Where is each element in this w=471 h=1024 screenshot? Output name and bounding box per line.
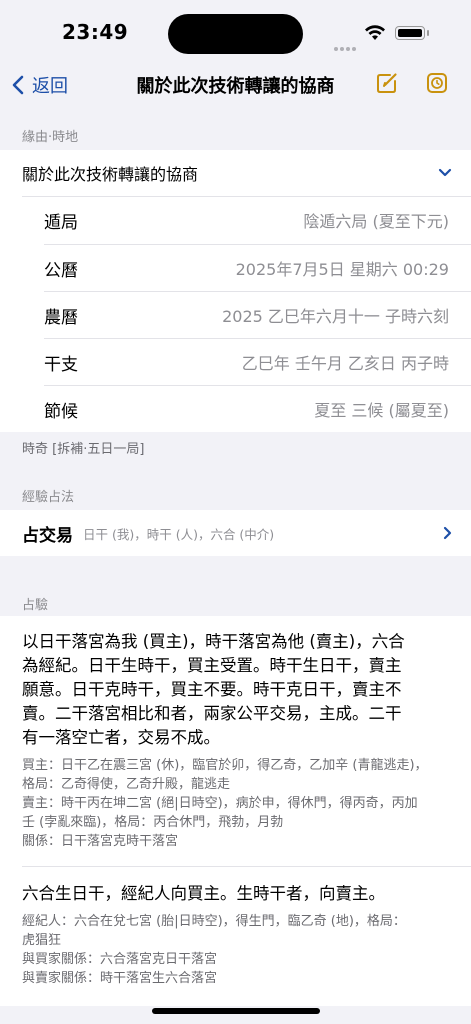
dynamic-island [168,14,303,54]
detail-text-line: 與賣家關係：時干落宮生六合落宮 [22,971,218,986]
detail-value: 2025 乙巳年六月十一 子時六刻 [222,307,449,326]
history-clock-icon[interactable] [426,72,448,98]
section-header-origin: 緣由·時地 [22,130,79,145]
detail-label: 農曆 [44,307,78,328]
status-time: 23:49 [62,20,129,44]
detail-value: 陰遁六局 (夏至下元) [303,212,449,231]
detail-label: 節候 [44,401,78,422]
detail-text-line: 與買家關係：六合落宮克日干落宮 [22,952,218,967]
signal-dots-icon [334,36,358,55]
detail-row-nongli: 農曆 2025 乙巳年六月十一 子時六刻 [44,292,471,338]
divider [22,866,471,867]
edit-icon[interactable] [376,72,398,98]
verification-card: 以日干落宮為我 (買主)，時干落宮為他 (賣主)，六合 為經紀。日干生時干，買主… [0,616,471,1006]
detail-text-line: 壬 (孛亂來臨)，格局：丙合休門，飛勃，月勃 [22,815,284,830]
main-text-line: 賣。二干落宮相比和者，兩家公平交易，主成。二干 [22,704,402,723]
ju-method-footer: 時奇 [拆補·五日一局] [22,442,145,457]
detail-text-line: 買主：日干乙在震三宮 (休)，臨官於卯，得乙奇，乙加辛 (青龍逃走)， [22,758,428,773]
method-card: 占交易 日干 (我)，時干 (人)，六合 (中介) [0,510,471,556]
detail-label: 遁局 [44,212,78,233]
page-title: 關於此次技術轉讓的協商 [136,76,335,97]
detail-row-gongli: 公曆 2025年7月5日 星期六 00:29 [44,245,471,291]
section-header-verification: 占驗 [22,598,49,613]
chevron-down-icon [438,168,452,177]
detail-label: 干支 [44,354,78,375]
status-bar: 23:49 [0,0,471,62]
main-text-line: 六合生日干，經紀人向買主。生時干者，向賣主。 [22,884,385,903]
verification-block-1: 以日干落宮為我 (買主)，時干落宮為他 (賣主)，六合 為經紀。日干生時干，買主… [22,630,452,851]
main-text-line: 為經紀。日干生時干，買主受置。時干生日干，賣主 [22,656,402,675]
origin-card: 關於此次技術轉讓的協商 遁局 陰遁六局 (夏至下元) 公曆 2025年7月5日 … [0,150,471,432]
method-row[interactable]: 占交易 日干 (我)，時干 (人)，六合 (中介) [22,510,452,556]
detail-text-line: 虎猖狂 [22,933,62,948]
wifi-icon [364,24,386,45]
method-description: 日干 (我)，時干 (人)，六合 (中介) [83,526,275,542]
detail-row-dunju: 遁局 陰遁六局 (夏至下元) [44,197,471,243]
detail-label: 公曆 [44,260,78,281]
detail-value: 夏至 三候 (屬夏至) [314,401,449,420]
detail-value: 2025年7月5日 星期六 00:29 [235,260,449,279]
verification-block-2: 六合生日干，經紀人向買主。生時干者，向賣主。 經紀人：六合在兌七宮 (胎|日時空… [22,882,452,988]
chevron-right-icon [443,526,452,540]
battery-icon [395,26,429,40]
detail-text-line: 賣主：時干丙在坤二宮 (絕|日時空)，病於申，得休門，得丙奇，丙加 [22,796,418,811]
detail-text-line: 格局：乙奇得使，乙奇升殿，龍逃走 [22,777,231,792]
navigation-bar: 返回 關於此次技術轉讓的協商 [0,62,471,108]
detail-row-jiehou: 節候 夏至 三候 (屬夏至) [44,386,471,432]
home-indicator[interactable] [152,1008,320,1014]
topic-row[interactable]: 關於此次技術轉讓的協商 [22,150,452,196]
main-text-line: 願意。日干克時干，買主不要。時干克日干，賣主不 [22,680,402,699]
main-text-line: 以日干落宮為我 (買主)，時干落宮為他 (賣主)，六合 [22,632,405,651]
method-title: 占交易 [22,525,73,546]
detail-row-ganzhi: 干支 乙巳年 壬午月 乙亥日 丙子時 [44,339,471,385]
topic-title: 關於此次技術轉讓的協商 [22,165,199,184]
section-header-method: 經驗占法 [22,490,75,505]
main-text-line: 有一落空亡者，交易不成。 [22,728,220,747]
detail-value: 乙巳年 壬午月 乙亥日 丙子時 [241,354,449,373]
detail-text-line: 經紀人：六合在兌七宮 (胎|日時空)，得生門，臨乙奇 (地)，格局： [22,914,406,929]
detail-text-line: 關係：日干落宮克時干落宮 [22,834,179,849]
